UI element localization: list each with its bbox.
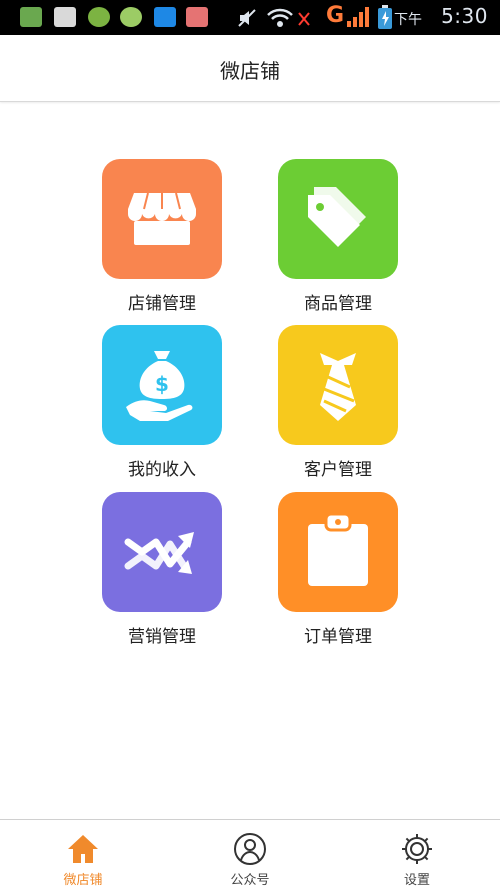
wifi-icon — [267, 8, 293, 27]
order-tile-background — [278, 492, 398, 612]
tile-label: 我的收入 — [128, 460, 196, 480]
marketing-tile-background — [102, 492, 222, 612]
tile-label: 营销管理 — [128, 627, 196, 647]
tile-label: 商品管理 — [304, 294, 372, 314]
status-bar: G 下午 5:30 — [0, 0, 500, 35]
battery-charging-icon — [378, 5, 392, 29]
user-circle-icon — [234, 833, 266, 865]
nav-official-account-label: 公众号 — [230, 873, 270, 888]
app-store-icon — [186, 7, 208, 27]
app-header: 微店铺 — [0, 35, 500, 102]
tile-customer-management[interactable]: 客户管理 — [278, 325, 398, 480]
mute-icon — [238, 9, 256, 27]
am-pm-indicator: 下午 — [394, 12, 422, 28]
tile-store-management[interactable]: 店铺管理 — [102, 159, 222, 314]
wechat-notification-icon — [88, 7, 110, 27]
tile-order-management[interactable]: 订单管理 — [278, 492, 398, 647]
tag-icon — [308, 187, 366, 247]
svg-text:$: $ — [155, 372, 169, 396]
no-signal-icon — [298, 12, 310, 26]
wechat-icon — [120, 7, 142, 27]
store-icon — [128, 192, 196, 245]
store-tile-background — [102, 159, 222, 279]
money-bag-hand-icon: $ — [126, 351, 193, 421]
app-notification-icon — [54, 7, 76, 27]
customer-tile-background — [278, 325, 398, 445]
nav-settings-label: 设置 — [403, 873, 430, 888]
shield-icon — [154, 7, 176, 27]
gear-icon — [402, 834, 432, 864]
signal-bars-icon — [347, 7, 369, 27]
goods-tile-background — [278, 159, 398, 279]
page-title: 微店铺 — [220, 59, 280, 83]
tile-marketing-management[interactable]: 营销管理 — [102, 492, 222, 647]
nav-settings[interactable]: 设置 — [334, 820, 500, 889]
bottom-navigation: 微店铺 公众号 设置 — [0, 819, 500, 889]
nav-home-label: 微店铺 — [63, 873, 103, 888]
chat-notification-icon — [20, 7, 42, 27]
tile-label: 店铺管理 — [128, 294, 196, 314]
income-tile-background: $ — [102, 325, 222, 445]
tie-icon — [320, 353, 356, 421]
trend-arrows-icon — [124, 532, 194, 574]
tile-my-income[interactable]: $ 我的收入 — [102, 325, 222, 480]
tile-label: 客户管理 — [304, 460, 372, 480]
home-icon — [68, 835, 98, 863]
tile-goods-management[interactable]: 商品管理 — [278, 159, 398, 314]
clock: 5:30 — [441, 4, 488, 28]
nav-official-account[interactable]: 公众号 — [167, 820, 333, 889]
network-type: G — [326, 3, 345, 28]
clipboard-icon — [308, 512, 368, 586]
tile-label: 订单管理 — [304, 627, 372, 647]
nav-home[interactable]: 微店铺 — [0, 820, 166, 889]
